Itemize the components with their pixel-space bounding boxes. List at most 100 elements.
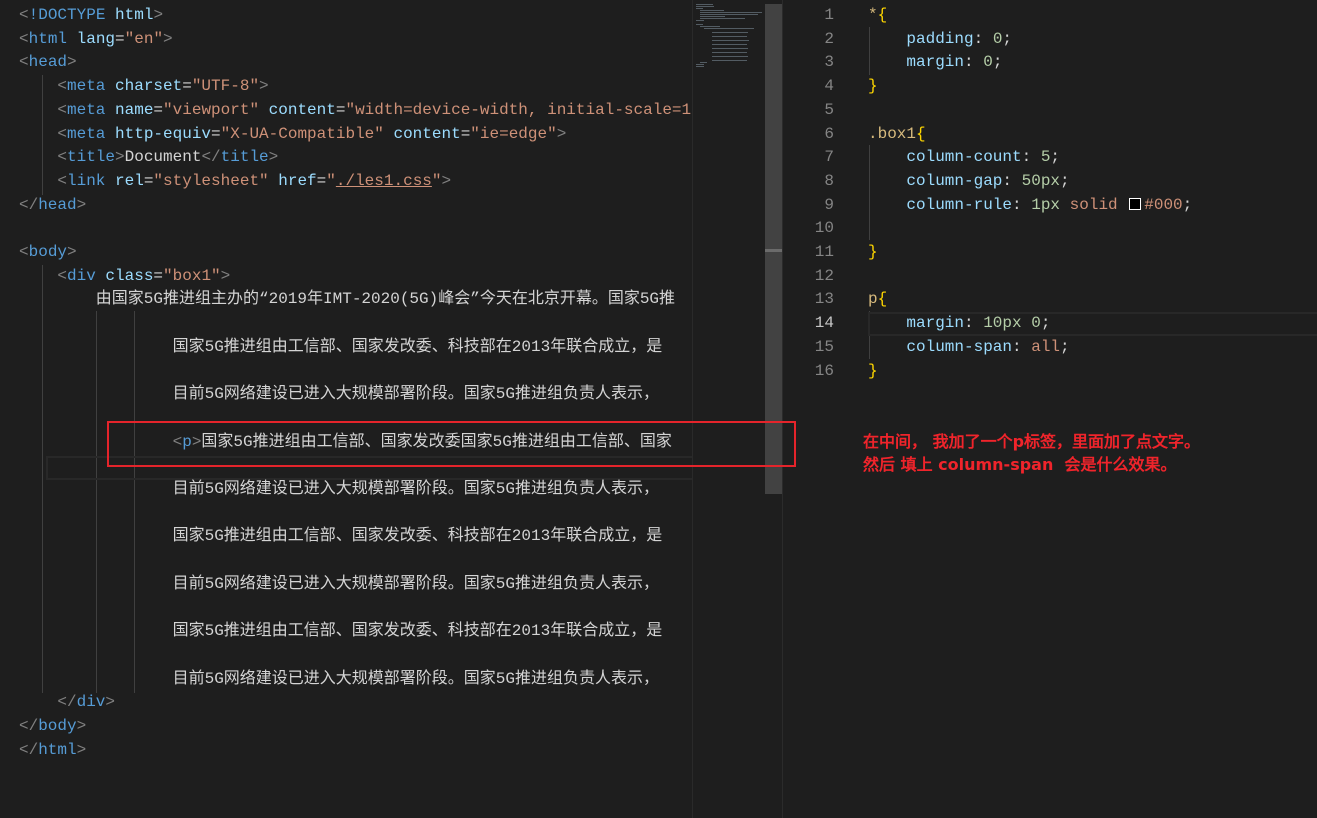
code-line: </div> [57, 690, 115, 714]
code-token: </ [57, 693, 77, 712]
code-token: { [916, 124, 926, 143]
code-token: ; [1002, 29, 1013, 48]
color-swatch-icon[interactable] [1129, 197, 1142, 210]
line-number: 4 [824, 77, 834, 96]
code-token: head [38, 195, 77, 214]
code-token: > [76, 195, 87, 214]
code-line: column-gap: 50px; [906, 169, 1069, 193]
code-token: ; [1182, 195, 1193, 214]
code-token: column-span [906, 337, 1013, 356]
code-line: 国家5G推进组由工信部、国家发改委、科技部在2013年联合成立，是 [173, 524, 663, 548]
code-token: 0 [983, 53, 993, 72]
css-editor[interactable]: 1 *{2 padding: 0; 3 margin: 0; 4} 5 6 .box1{7 col… [782, 0, 1317, 818]
code-token: "X-UA-Compatible" [220, 124, 384, 143]
code-line: 国家5G推进组由工信部、国家发改委、科技部在2013年联合成立，是 [173, 619, 663, 643]
minimap-line [712, 56, 749, 57]
code-token: < [57, 77, 67, 96]
code-token: column-gap [906, 171, 1003, 190]
code-line: <div class="box1"> [57, 264, 230, 288]
minimap-line [696, 20, 704, 21]
code-token: 0 [992, 29, 1003, 48]
minimap-line [700, 62, 707, 63]
code-token: > [268, 148, 279, 167]
code-token: !DOCTYPE [28, 6, 106, 24]
code-line: <meta http-equiv="X-UA-Compatible" conte… [57, 122, 566, 146]
line-number: 8 [824, 171, 834, 190]
line-number: 5 [824, 100, 834, 119]
code-token: 10px [983, 314, 1022, 333]
code-token: } [868, 77, 878, 96]
code-token: html [28, 29, 68, 48]
minimap-line [696, 6, 714, 7]
code-token: "ie=edge" [470, 124, 557, 143]
code-token: "en" [124, 29, 164, 48]
minimap-line [712, 32, 749, 33]
code-line: margin: 0; [906, 50, 1002, 74]
code-token: < [19, 243, 29, 261]
code-line: <meta charset="UTF-8"> [57, 74, 268, 98]
stylesheet-link[interactable]: ./les1.css [336, 172, 432, 190]
code-token: "box1" [163, 266, 221, 285]
code-token: ; [1060, 171, 1070, 190]
code-line: } [868, 359, 878, 383]
vertical-scrollbar[interactable] [764, 0, 782, 818]
code-token: div [67, 266, 96, 285]
code-line: 目前5G网络建设已进入大规模部署阶段。国家5G推进组负责人表示， [173, 382, 659, 406]
code-line: *{ [868, 3, 887, 27]
code-token: margin [906, 53, 964, 72]
code-token: head [28, 53, 68, 72]
code-line: <head> [19, 50, 77, 74]
html-editor[interactable]: <!DOCTYPE html> <html lang="en"> <head> <me… [0, 0, 692, 818]
code-token: "stylesheet" [153, 171, 269, 190]
code-token: = [460, 124, 471, 143]
line-number: 10 [814, 219, 834, 238]
code-line: </body> [19, 714, 86, 738]
code-token: = [182, 77, 192, 96]
minimap-line [712, 40, 750, 41]
code-token: > [105, 693, 116, 712]
code-token: name [105, 100, 154, 119]
code-token: 5 [1040, 148, 1051, 167]
code-token: class [95, 266, 154, 285]
code-line: margin: 10px 0; [906, 311, 1050, 335]
code-line: <html lang="en"> [19, 27, 173, 51]
code-token: body [28, 243, 68, 261]
code-token: > [67, 53, 77, 72]
line-number: 1 [824, 6, 834, 24]
code-token: 50px [1021, 171, 1061, 190]
code-token: margin [906, 314, 964, 333]
code-token: </ [19, 195, 39, 214]
code-line: column-count: 5; [906, 145, 1060, 169]
minimap-line [700, 18, 746, 19]
minimap-line [700, 26, 720, 27]
code-token: link [67, 171, 106, 190]
minimap-line [712, 52, 748, 53]
annotation-note: 在中间， 我加了一个p标签，里面加了点文字。 然后 填上 column-span… [863, 432, 1201, 474]
code-line: padding: 0; [906, 27, 1012, 51]
code-line: 目前5G网络建设已进入大规模部署阶段。国家5G推进组负责人表示， [173, 477, 659, 501]
code-token: > [259, 77, 269, 96]
code-token: < [57, 100, 67, 119]
code-line: <!DOCTYPE html> [19, 3, 163, 27]
code-token: : [964, 53, 984, 72]
line-number: 15 [814, 337, 834, 356]
code-token: = [153, 266, 164, 285]
minimap-line [700, 12, 762, 13]
minimap[interactable] [692, 0, 764, 818]
minimap-line [712, 48, 749, 49]
indent-guide [96, 311, 97, 693]
minimap-line [696, 8, 703, 9]
code-token: } [868, 243, 878, 261]
code-token: ; [1060, 337, 1070, 356]
code-line: <link rel="stylesheet" href="./les1.css"… [57, 169, 451, 193]
code-token: : [1002, 171, 1022, 190]
code-token: " [431, 171, 442, 190]
code-line: 目前5G网络建设已进入大规模部署阶段。国家5G推进组负责人表示， [173, 667, 659, 691]
code-token: all [1031, 337, 1061, 356]
code-token: content [259, 100, 336, 119]
code-line: <meta name="viewport" content="width=dev… [57, 98, 691, 122]
code-token: > [153, 6, 164, 24]
code-token: .box1 [868, 124, 917, 143]
code-token: = [153, 100, 164, 119]
line-number: 7 [824, 148, 834, 167]
